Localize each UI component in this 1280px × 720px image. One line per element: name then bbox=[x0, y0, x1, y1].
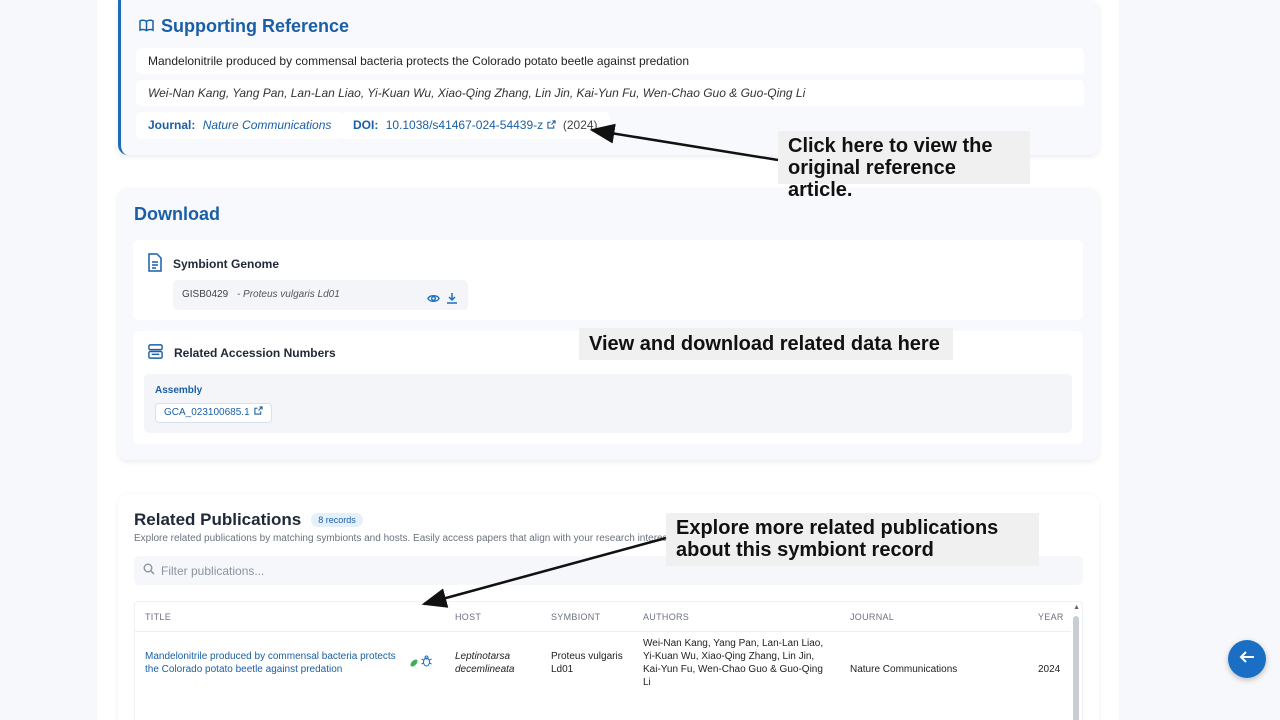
doi-pill: DOI: 10.1038/s41467-024-54439-z (2024) bbox=[341, 112, 610, 139]
reference-year: (2024) bbox=[562, 118, 598, 132]
beetle-icon bbox=[421, 654, 432, 672]
doi-label: DOI: bbox=[353, 118, 379, 132]
table-header-divider bbox=[135, 631, 1071, 632]
column-symbiont[interactable]: SYMBIONT bbox=[551, 612, 600, 622]
back-button[interactable] bbox=[1228, 640, 1266, 678]
reference-article-title: Mandelonitrile produced by commensal bac… bbox=[136, 48, 1084, 74]
database-icon bbox=[147, 343, 164, 363]
related-accessions-label: Related Accession Numbers bbox=[174, 346, 336, 360]
genome-species: - Proteus vulgaris Ld01 bbox=[236, 289, 340, 300]
publication-journal: Nature Communications bbox=[850, 664, 958, 675]
genome-id: GISB0429 bbox=[182, 289, 229, 300]
related-publications-title: Related Publications bbox=[134, 510, 302, 529]
reference-annotation: Click here to view the original referenc… bbox=[778, 131, 1030, 201]
search-icon bbox=[143, 562, 155, 580]
book-open-icon bbox=[139, 16, 154, 37]
publication-year: 2024 bbox=[1038, 664, 1061, 675]
supporting-reference-title: Supporting Reference bbox=[161, 16, 350, 36]
download-card: Download Symbiont Genome GISB0429 - Prot… bbox=[118, 188, 1099, 460]
download-icon[interactable] bbox=[446, 288, 458, 318]
related-accessions-header: Related Accession Numbers bbox=[147, 343, 336, 363]
genome-actions bbox=[427, 288, 458, 318]
scroll-up-arrow[interactable]: ▲ bbox=[1073, 604, 1080, 611]
supporting-reference-heading: Supporting Reference bbox=[139, 16, 349, 37]
publication-host: Leptinotarsa decemlineata bbox=[455, 651, 515, 675]
publication-symbiont: Proteus vulgaris Ld01 bbox=[551, 651, 623, 675]
journal-label: Journal: bbox=[148, 118, 196, 132]
bacteria-icon bbox=[409, 655, 419, 673]
external-link-icon[interactable] bbox=[546, 118, 559, 132]
assembly-accession-link[interactable]: GCA_023100685.1 bbox=[155, 403, 272, 423]
column-title[interactable]: TITLE bbox=[145, 612, 171, 622]
journal-name: Nature Communications bbox=[202, 118, 332, 132]
column-year[interactable]: YEAR bbox=[1038, 612, 1064, 622]
download-annotation: View and download related data here bbox=[579, 328, 953, 360]
publications-table: TITLE HOST SYMBIONT AUTHORS JOURNAL YEAR… bbox=[134, 601, 1083, 720]
symbiont-genome-header: Symbiont Genome bbox=[147, 253, 279, 275]
column-journal[interactable]: JOURNAL bbox=[850, 612, 894, 622]
table-scrollbar[interactable] bbox=[1073, 616, 1079, 720]
symbiont-genome-section: Symbiont Genome GISB0429 - Proteus vulga… bbox=[133, 240, 1083, 320]
related-publications-heading: Related Publications 8 records bbox=[134, 510, 363, 530]
column-authors[interactable]: AUTHORS bbox=[643, 612, 689, 622]
doi-link[interactable]: 10.1038/s41467-024-54439-z bbox=[386, 118, 543, 132]
assembly-accession-id: GCA_023100685.1 bbox=[164, 407, 250, 418]
external-link-icon bbox=[253, 404, 263, 422]
publications-description: Explore related publications by matching… bbox=[134, 533, 679, 544]
assembly-label: Assembly bbox=[155, 385, 203, 396]
publication-title-link[interactable]: Mandelonitrile produced by commensal bac… bbox=[145, 650, 407, 676]
document-icon bbox=[147, 253, 163, 275]
publication-authors: Wei-Nan Kang, Yang Pan, Lan-Lan Liao, Yi… bbox=[643, 638, 824, 688]
genome-chip: GISB0429 - Proteus vulgaris Ld01 bbox=[173, 280, 468, 310]
records-badge: 8 records bbox=[311, 513, 363, 527]
assembly-box: Assembly GCA_023100685.1 bbox=[144, 374, 1072, 433]
publications-annotation: Explore more related publications about … bbox=[666, 513, 1039, 566]
column-host[interactable]: HOST bbox=[455, 612, 481, 622]
download-heading: Download bbox=[134, 204, 220, 224]
symbiont-genome-label: Symbiont Genome bbox=[173, 257, 280, 271]
arrow-left-icon bbox=[1239, 650, 1255, 669]
journal-pill: Journal: Nature Communications bbox=[136, 112, 344, 139]
eye-icon[interactable] bbox=[427, 288, 440, 318]
reference-authors: Wei-Nan Kang, Yang Pan, Lan-Lan Liao, Yi… bbox=[136, 80, 1084, 106]
